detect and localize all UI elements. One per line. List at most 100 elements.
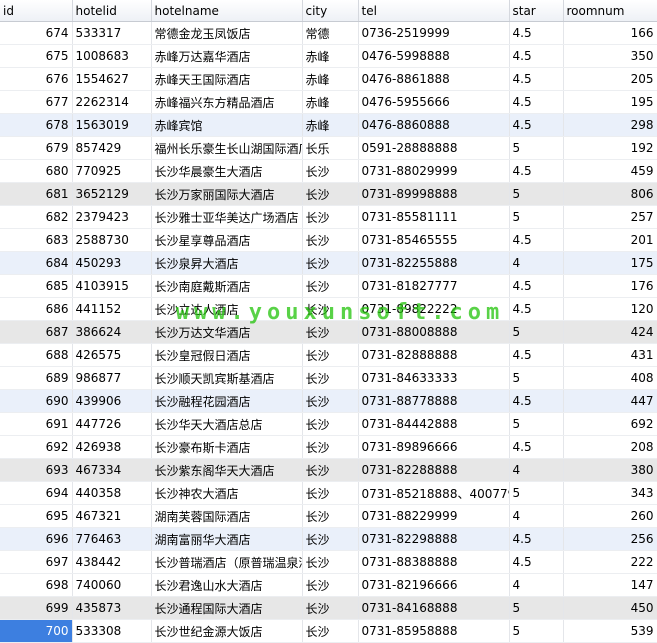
cell-id[interactable]: 687 — [0, 320, 73, 344]
cell-hotelname[interactable]: 赤峰天王国际酒店 — [151, 67, 303, 91]
cell-id[interactable]: 692 — [0, 435, 73, 459]
table-row[interactable]: 681 3652129 长沙万家丽国际大酒店 长沙 0731-89998888 5 806 — [0, 182, 657, 206]
cell-roomnum[interactable]: 175 — [563, 251, 657, 275]
cell-hotelid[interactable]: 438442 — [72, 550, 152, 574]
cell-star[interactable]: 4.5 — [509, 21, 564, 45]
cell-roomnum[interactable]: 260 — [563, 504, 657, 528]
table-row[interactable]: 679 857429 福州长乐豪生长山湖国际酒店 长乐 0591-28888888 5 19… — [0, 136, 657, 160]
cell-star[interactable]: 4.5 — [509, 159, 564, 183]
cell-hotelid[interactable]: 2588730 — [72, 228, 152, 252]
cell-city[interactable]: 长乐 — [302, 136, 359, 160]
cell-hotelname[interactable]: 长沙紫东阁华天大酒店 — [151, 458, 303, 482]
cell-tel[interactable]: 0731-84168888 — [358, 596, 510, 620]
cell-id[interactable]: 695 — [0, 504, 73, 528]
cell-city[interactable]: 长沙 — [302, 550, 359, 574]
cell-hotelname[interactable]: 长沙君逸山水大酒店 — [151, 573, 303, 597]
cell-hotelid[interactable]: 435873 — [72, 596, 152, 620]
cell-roomnum[interactable]: 120 — [563, 297, 657, 321]
cell-roomnum[interactable]: 205 — [563, 67, 657, 91]
table-row[interactable]: 688 426575 长沙皇冠假日酒店 长沙 0731-82888888 4.5 431 — [0, 343, 657, 367]
cell-tel[interactable]: 0476-8861888 — [358, 67, 510, 91]
cell-city[interactable]: 长沙 — [302, 366, 359, 390]
cell-city[interactable]: 长沙 — [302, 274, 359, 298]
cell-hotelname[interactable]: 长沙泉昇大酒店 — [151, 251, 303, 275]
cell-tel[interactable]: 0731-89998888 — [358, 182, 510, 206]
cell-roomnum[interactable]: 450 — [563, 596, 657, 620]
table-row[interactable]: 676 1554627 赤峰天王国际酒店 赤峰 0476-8861888 4.5 205 — [0, 67, 657, 91]
column-header-star[interactable]: star — [509, 0, 564, 22]
cell-roomnum[interactable]: 692 — [563, 412, 657, 436]
cell-tel[interactable]: 0731-85465555 — [358, 228, 510, 252]
cell-star[interactable]: 4.5 — [509, 550, 564, 574]
cell-hotelid[interactable]: 533317 — [72, 21, 152, 45]
cell-city[interactable]: 赤峰 — [302, 113, 359, 137]
cell-roomnum[interactable]: 380 — [563, 458, 657, 482]
cell-id[interactable]: 685 — [0, 274, 73, 298]
cell-roomnum[interactable]: 424 — [563, 320, 657, 344]
cell-city[interactable]: 长沙 — [302, 527, 359, 551]
cell-id[interactable]: 684 — [0, 251, 73, 275]
cell-star[interactable]: 4.5 — [509, 527, 564, 551]
cell-hotelid[interactable]: 986877 — [72, 366, 152, 390]
column-header-id[interactable]: id — [0, 0, 73, 22]
cell-id[interactable]: 690 — [0, 389, 73, 413]
cell-hotelid[interactable]: 740060 — [72, 573, 152, 597]
table-row[interactable]: 686 441152 长沙立达人酒店 长沙 0731-89822222 4.5 120 — [0, 297, 657, 321]
table-row[interactable]: 685 4103915 长沙南庭戴斯酒店 长沙 0731-81827777 4.5 176 — [0, 274, 657, 298]
column-header-tel[interactable]: tel — [358, 0, 510, 22]
cell-hotelid[interactable]: 776463 — [72, 527, 152, 551]
cell-star[interactable]: 4 — [509, 251, 564, 275]
cell-id[interactable]: 682 — [0, 205, 73, 229]
cell-star[interactable]: 5 — [509, 366, 564, 390]
cell-hotelid[interactable]: 439906 — [72, 389, 152, 413]
cell-hotelname[interactable]: 湖南富丽华大酒店 — [151, 527, 303, 551]
cell-star[interactable]: 4.5 — [509, 389, 564, 413]
cell-tel[interactable]: 0731-88229999 — [358, 504, 510, 528]
cell-id[interactable]: 677 — [0, 90, 73, 114]
cell-hotelid[interactable]: 447726 — [72, 412, 152, 436]
cell-hotelname[interactable]: 长沙豪布斯卡酒店 — [151, 435, 303, 459]
cell-id[interactable]: 698 — [0, 573, 73, 597]
cell-roomnum[interactable]: 459 — [563, 159, 657, 183]
cell-tel[interactable]: 0591-28888888 — [358, 136, 510, 160]
cell-roomnum[interactable]: 343 — [563, 481, 657, 505]
cell-tel[interactable]: 0731-89822222 — [358, 297, 510, 321]
cell-hotelname[interactable]: 长沙华天大酒店总店 — [151, 412, 303, 436]
cell-id[interactable]: 693 — [0, 458, 73, 482]
cell-star[interactable]: 5 — [509, 182, 564, 206]
cell-id[interactable]: 683 — [0, 228, 73, 252]
cell-tel[interactable]: 0731-82888888 — [358, 343, 510, 367]
cell-id[interactable]: 678 — [0, 113, 73, 137]
cell-hotelid[interactable]: 467334 — [72, 458, 152, 482]
cell-tel[interactable]: 0731-88008888 — [358, 320, 510, 344]
cell-hotelname[interactable]: 长沙万达文华酒店 — [151, 320, 303, 344]
cell-hotelid[interactable]: 857429 — [72, 136, 152, 160]
cell-id[interactable]: 699 — [0, 596, 73, 620]
cell-city[interactable]: 长沙 — [302, 458, 359, 482]
cell-roomnum[interactable]: 208 — [563, 435, 657, 459]
cell-tel[interactable]: 0731-84442888 — [358, 412, 510, 436]
cell-hotelid[interactable]: 450293 — [72, 251, 152, 275]
cell-star[interactable]: 4 — [509, 458, 564, 482]
cell-hotelname[interactable]: 长沙星享尊品酒店 — [151, 228, 303, 252]
table-row[interactable]: 692 426938 长沙豪布斯卡酒店 长沙 0731-89896666 4.5 208 — [0, 435, 657, 459]
cell-hotelname[interactable]: 长沙普瑞酒店（原普瑞温泉酒店） — [151, 550, 303, 574]
cell-id[interactable]: 681 — [0, 182, 73, 206]
table-row[interactable]: 699 435873 长沙通程国际大酒店 长沙 0731-84168888 5 450 — [0, 596, 657, 620]
cell-star[interactable]: 4.5 — [509, 228, 564, 252]
cell-roomnum[interactable]: 256 — [563, 527, 657, 551]
cell-hotelname[interactable]: 长沙融程花园酒店 — [151, 389, 303, 413]
cell-star[interactable]: 4 — [509, 504, 564, 528]
cell-id[interactable]: 700 — [0, 619, 73, 643]
table-row[interactable]: 674 533317 常德金龙玉凤饭店 常德 0736-2519999 4.5 166 — [0, 21, 657, 45]
cell-tel[interactable]: 0731-88029999 — [358, 159, 510, 183]
column-header-hotelid[interactable]: hotelid — [72, 0, 152, 22]
cell-tel[interactable]: 0731-82298888 — [358, 527, 510, 551]
cell-hotelname[interactable]: 长沙华晨豪生大酒店 — [151, 159, 303, 183]
cell-hotelid[interactable]: 1554627 — [72, 67, 152, 91]
cell-id[interactable]: 688 — [0, 343, 73, 367]
cell-roomnum[interactable]: 176 — [563, 274, 657, 298]
cell-hotelname[interactable]: 长沙万家丽国际大酒店 — [151, 182, 303, 206]
cell-star[interactable]: 5 — [509, 481, 564, 505]
cell-city[interactable]: 长沙 — [302, 435, 359, 459]
